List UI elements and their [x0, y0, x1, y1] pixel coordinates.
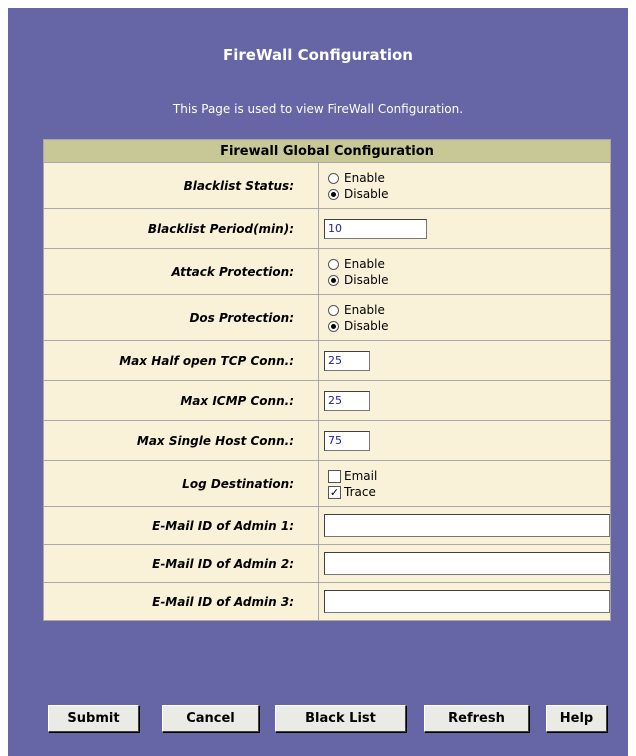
- blacklist-status-disable-radio[interactable]: [328, 188, 339, 200]
- blacklist-status-disable-option[interactable]: Disable: [324, 186, 610, 202]
- dos-protection-enable-option[interactable]: Enable: [324, 302, 610, 318]
- table-row: Dos Protection: Enable Disable: [43, 294, 611, 341]
- max-icmp-input[interactable]: [324, 390, 370, 411]
- attack-protection-enable-radio[interactable]: [328, 258, 339, 270]
- admin2-email-input[interactable]: [324, 552, 610, 575]
- max-single-host-label: Max Single Host Conn.:: [43, 420, 319, 461]
- page-description: This Page is used to view FireWall Confi…: [172, 102, 464, 116]
- firewall-config-table: Firewall Global Configuration Blacklist …: [43, 139, 611, 621]
- dos-protection-label: Dos Protection:: [43, 294, 319, 341]
- blacklist-period-input[interactable]: [324, 218, 427, 239]
- admin1-email-label: E-Mail ID of Admin 1:: [43, 506, 319, 545]
- radio-label: Disable: [344, 318, 389, 333]
- radio-label: Enable: [344, 302, 385, 317]
- max-half-open-tcp-input[interactable]: [324, 350, 370, 371]
- cancel-button[interactable]: Cancel: [162, 705, 259, 732]
- attack-protection-disable-radio[interactable]: [328, 274, 339, 286]
- table-row: Max ICMP Conn.:: [43, 380, 611, 421]
- dos-protection-enable-radio[interactable]: [328, 304, 339, 316]
- attack-protection-enable-option[interactable]: Enable: [324, 256, 610, 272]
- table-row: E-Mail ID of Admin 2:: [43, 544, 611, 583]
- admin1-email-input[interactable]: [324, 514, 610, 537]
- checkbox-label: Trace: [344, 484, 376, 499]
- radio-label: Enable: [344, 256, 385, 271]
- blacklist-status-enable-radio[interactable]: [328, 172, 339, 184]
- blacklist-status-enable-option[interactable]: Enable: [324, 170, 610, 186]
- blacklist-period-label: Blacklist Period(min):: [43, 208, 319, 249]
- log-destination-trace-option[interactable]: ✓ Trace: [324, 484, 610, 500]
- table-row: Blacklist Period(min):: [43, 208, 611, 249]
- trace-checkbox[interactable]: ✓: [328, 485, 341, 499]
- max-half-open-tcp-label: Max Half open TCP Conn.:: [43, 340, 319, 381]
- blacklist-status-label: Blacklist Status:: [43, 162, 319, 209]
- table-row: Log Destination: Email ✓ Trace: [43, 460, 611, 507]
- table-row: Blacklist Status: Enable Disable: [43, 162, 611, 209]
- max-single-host-input[interactable]: [324, 430, 370, 451]
- table-header: Firewall Global Configuration: [43, 139, 611, 163]
- radio-label: Disable: [344, 272, 389, 287]
- log-destination-label: Log Destination:: [43, 460, 319, 507]
- help-button[interactable]: Help: [546, 705, 607, 732]
- dos-protection-disable-radio[interactable]: [328, 320, 339, 332]
- radio-label: Enable: [344, 170, 385, 185]
- refresh-button[interactable]: Refresh: [424, 705, 529, 732]
- table-row: Max Half open TCP Conn.:: [43, 340, 611, 381]
- table-row: E-Mail ID of Admin 3:: [43, 582, 611, 621]
- table-row: Attack Protection: Enable Disable: [43, 248, 611, 295]
- attack-protection-radio-group: Enable Disable: [318, 248, 611, 295]
- radio-label: Disable: [344, 186, 389, 201]
- black-list-button[interactable]: Black List: [275, 705, 406, 732]
- max-icmp-label: Max ICMP Conn.:: [43, 380, 319, 421]
- email-checkbox[interactable]: [328, 469, 341, 483]
- admin3-email-label: E-Mail ID of Admin 3:: [43, 582, 319, 621]
- admin2-email-label: E-Mail ID of Admin 2:: [43, 544, 319, 583]
- log-destination-email-option[interactable]: Email: [324, 468, 610, 484]
- page-title: FireWall Configuration: [223, 46, 413, 64]
- log-destination-checkbox-group: Email ✓ Trace: [318, 460, 611, 507]
- table-row: Max Single Host Conn.:: [43, 420, 611, 461]
- attack-protection-disable-option[interactable]: Disable: [324, 272, 610, 288]
- attack-protection-label: Attack Protection:: [43, 248, 319, 295]
- checkbox-label: Email: [344, 468, 378, 483]
- table-row: E-Mail ID of Admin 1:: [43, 506, 611, 545]
- dos-protection-disable-option[interactable]: Disable: [324, 318, 610, 334]
- submit-button[interactable]: Submit: [48, 705, 139, 732]
- blacklist-status-radio-group: Enable Disable: [318, 162, 611, 209]
- admin3-email-input[interactable]: [324, 590, 610, 613]
- dos-protection-radio-group: Enable Disable: [318, 294, 611, 341]
